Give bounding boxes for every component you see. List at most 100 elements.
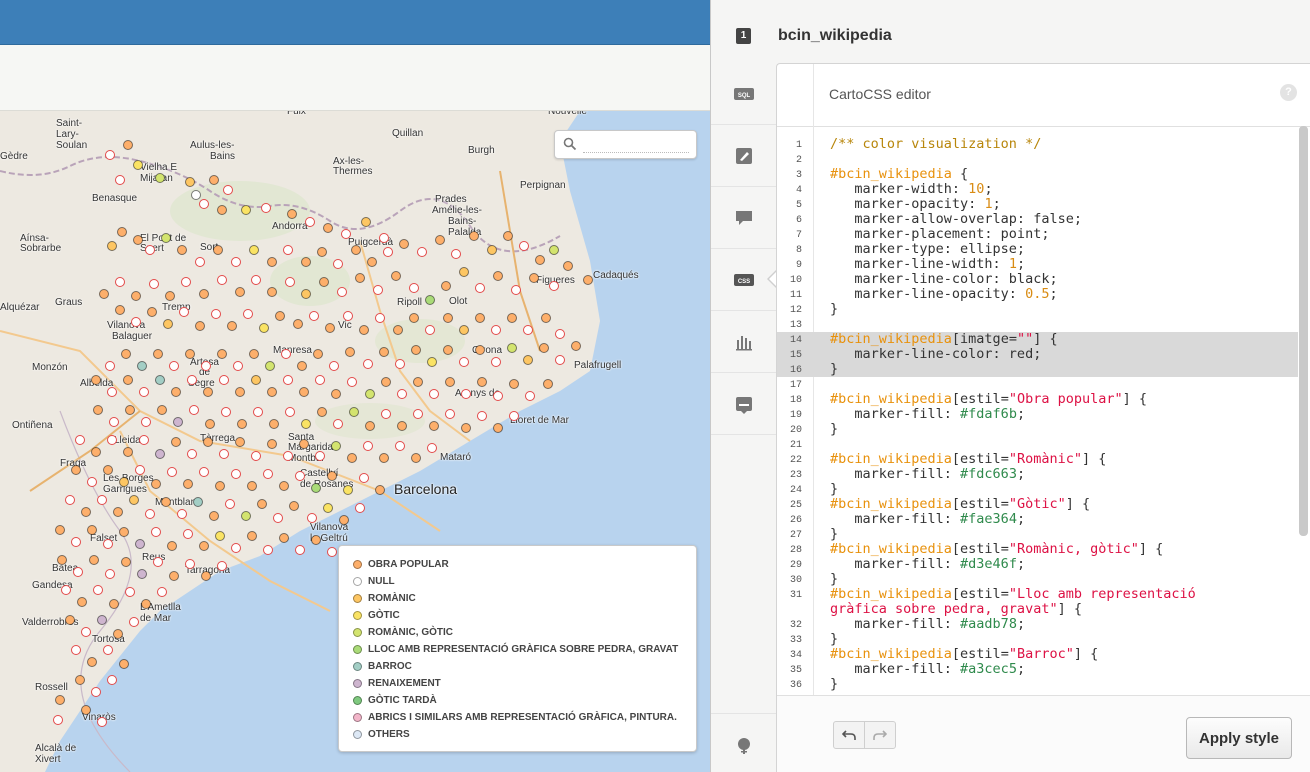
map-marker[interactable] xyxy=(181,277,191,287)
map-marker[interactable] xyxy=(179,307,189,317)
map-marker[interactable] xyxy=(71,537,81,547)
code-line[interactable]: 18 #bcin_wikipedia[estil="Obra popular"] … xyxy=(777,392,1298,407)
map-marker[interactable] xyxy=(183,479,193,489)
map-marker[interactable] xyxy=(241,205,251,215)
map-marker[interactable] xyxy=(329,361,339,371)
map-marker[interactable] xyxy=(61,585,71,595)
map-marker[interactable] xyxy=(109,599,119,609)
map-marker[interactable] xyxy=(177,245,187,255)
map-marker[interactable] xyxy=(97,717,107,727)
map-marker[interactable] xyxy=(139,387,149,397)
map-marker[interactable] xyxy=(195,321,205,331)
map-marker[interactable] xyxy=(225,499,235,509)
code-line[interactable]: gràfica sobre pedra, gravat"] { xyxy=(777,602,1298,617)
map-marker[interactable] xyxy=(155,375,165,385)
map-marker[interactable] xyxy=(105,150,115,160)
map-marker[interactable] xyxy=(209,511,219,521)
map-marker[interactable] xyxy=(459,325,469,335)
map-marker[interactable] xyxy=(331,389,341,399)
map-marker[interactable] xyxy=(151,527,161,537)
map-marker[interactable] xyxy=(243,309,253,319)
map-marker[interactable] xyxy=(523,325,533,335)
map-marker[interactable] xyxy=(201,361,211,371)
map-marker[interactable] xyxy=(221,407,231,417)
map-marker[interactable] xyxy=(141,417,151,427)
map-marker[interactable] xyxy=(493,391,503,401)
map-marker[interactable] xyxy=(193,497,203,507)
map-marker[interactable] xyxy=(391,271,401,281)
code-line[interactable]: 28 #bcin_wikipedia[estil="Romànic, gòtic"… xyxy=(777,542,1298,557)
map-marker[interactable] xyxy=(267,387,277,397)
map-marker[interactable] xyxy=(427,357,437,367)
map-marker[interactable] xyxy=(337,287,347,297)
map-marker[interactable] xyxy=(493,271,503,281)
map-marker[interactable] xyxy=(289,501,299,511)
map-marker[interactable] xyxy=(151,479,161,489)
map-marker[interactable] xyxy=(259,323,269,333)
map-marker[interactable] xyxy=(283,451,293,461)
map-marker[interactable] xyxy=(469,231,479,241)
map-marker[interactable] xyxy=(119,527,129,537)
map-marker[interactable] xyxy=(327,471,337,481)
map-marker[interactable] xyxy=(287,209,297,219)
map-marker[interactable] xyxy=(399,239,409,249)
map-marker[interactable] xyxy=(349,407,359,417)
map-marker[interactable] xyxy=(199,541,209,551)
map-marker[interactable] xyxy=(117,227,127,237)
map-marker[interactable] xyxy=(215,481,225,491)
map-marker[interactable] xyxy=(359,325,369,335)
map-marker[interactable] xyxy=(409,313,419,323)
map-marker[interactable] xyxy=(103,539,113,549)
help-icon[interactable]: ? xyxy=(1280,84,1297,101)
map-marker[interactable] xyxy=(201,571,211,581)
map-marker[interactable] xyxy=(429,389,439,399)
map-marker[interactable] xyxy=(363,441,373,451)
map-marker[interactable] xyxy=(231,257,241,267)
map-marker[interactable] xyxy=(211,309,221,319)
map-marker[interactable] xyxy=(509,379,519,389)
map-marker[interactable] xyxy=(87,477,97,487)
map-marker[interactable] xyxy=(107,241,117,251)
map-marker[interactable] xyxy=(339,515,349,525)
map-marker[interactable] xyxy=(549,281,559,291)
map-marker[interactable] xyxy=(161,233,171,243)
map-marker[interactable] xyxy=(125,587,135,597)
map-marker[interactable] xyxy=(297,361,307,371)
map-marker[interactable] xyxy=(145,509,155,519)
map-marker[interactable] xyxy=(167,467,177,477)
code-line[interactable]: 8 marker-type: ellipse; xyxy=(777,242,1298,257)
map-marker[interactable] xyxy=(109,417,119,427)
code-line[interactable]: 15 marker-line-color: red; xyxy=(777,347,1298,362)
map-marker[interactable] xyxy=(311,483,321,493)
map-marker[interactable] xyxy=(539,343,549,353)
map-marker[interactable] xyxy=(131,317,141,327)
map-marker[interactable] xyxy=(217,275,227,285)
map-marker[interactable] xyxy=(187,375,197,385)
map-marker[interactable] xyxy=(265,361,275,371)
map-marker[interactable] xyxy=(355,503,365,513)
map-marker[interactable] xyxy=(503,231,513,241)
map-marker[interactable] xyxy=(97,615,107,625)
redo-button[interactable] xyxy=(864,722,895,748)
map-marker[interactable] xyxy=(251,451,261,461)
map-marker[interactable] xyxy=(411,453,421,463)
map-marker[interactable] xyxy=(555,329,565,339)
map-marker[interactable] xyxy=(507,343,517,353)
map-marker[interactable] xyxy=(379,453,389,463)
map-marker[interactable] xyxy=(425,295,435,305)
map-marker[interactable] xyxy=(525,391,535,401)
code-line[interactable]: 24} xyxy=(777,482,1298,497)
map-marker[interactable] xyxy=(87,657,97,667)
map-marker[interactable] xyxy=(273,513,283,523)
add-layer-button[interactable] xyxy=(711,713,776,772)
map-marker[interactable] xyxy=(549,245,559,255)
map-marker[interactable] xyxy=(133,160,143,170)
map-marker[interactable] xyxy=(285,407,295,417)
map-marker[interactable] xyxy=(215,531,225,541)
map-marker[interactable] xyxy=(129,617,139,627)
map-marker[interactable] xyxy=(393,325,403,335)
map-marker[interactable] xyxy=(217,205,227,215)
map-marker[interactable] xyxy=(425,325,435,335)
map-marker[interactable] xyxy=(267,439,277,449)
code-line[interactable]: 4 marker-width: 10; xyxy=(777,182,1298,197)
